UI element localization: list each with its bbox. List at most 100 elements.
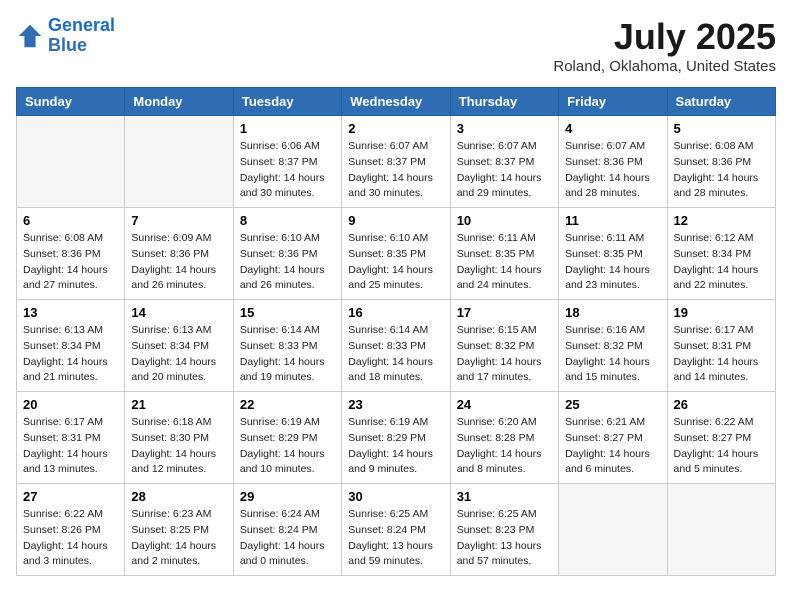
day-number: 10	[457, 213, 552, 228]
title-block: July 2025 Roland, Oklahoma, United State…	[553, 16, 776, 75]
calendar-cell: 28 Sunrise: 6:23 AM Sunset: 8:25 PM Dayli…	[125, 484, 233, 576]
day-info: Sunrise: 6:16 AM Sunset: 8:32 PM Dayligh…	[565, 323, 660, 386]
day-number: 17	[457, 305, 552, 320]
calendar-cell: 16Sunrise: 6:14 AM Sunset: 8:33 PM Dayli…	[342, 300, 450, 392]
day-info: Sunrise: 6:23 AM Sunset: 8:25 PM Dayligh…	[131, 507, 226, 570]
calendar-cell: 25 Sunrise: 6:21 AM Sunset: 8:27 PM Dayli…	[559, 392, 667, 484]
day-info: Sunrise: 6:13 AM Sunset: 8:34 PM Dayligh…	[131, 323, 226, 386]
calendar-cell: 20Sunrise: 6:17 AM Sunset: 8:31 PM Dayli…	[17, 392, 125, 484]
calendar-cell: 8 Sunrise: 6:10 AM Sunset: 8:36 PM Daylig…	[233, 208, 341, 300]
day-info: Sunrise: 6:08 AM Sunset: 8:36 PM Dayligh…	[23, 231, 118, 294]
day-number: 21	[131, 397, 226, 412]
calendar-cell: 4Sunrise: 6:07 AM Sunset: 8:36 PM Daylig…	[559, 116, 667, 208]
weekday-header: Saturday	[667, 88, 775, 116]
calendar-cell: 29 Sunrise: 6:24 AM Sunset: 8:24 PM Dayli…	[233, 484, 341, 576]
day-number: 5	[674, 121, 769, 136]
calendar-cell: 9 Sunrise: 6:10 AM Sunset: 8:35 PM Daylig…	[342, 208, 450, 300]
day-info: Sunrise: 6:18 AM Sunset: 8:30 PM Dayligh…	[131, 415, 226, 478]
calendar-cell: 10 Sunrise: 6:11 AM Sunset: 8:35 PM Dayli…	[450, 208, 558, 300]
calendar-cell: 27 Sunrise: 6:22 AM Sunset: 8:26 PM Dayli…	[17, 484, 125, 576]
day-info: Sunrise: 6:20 AM Sunset: 8:28 PM Dayligh…	[457, 415, 552, 478]
day-number: 23	[348, 397, 443, 412]
day-number: 6	[23, 213, 118, 228]
day-number: 2	[348, 121, 443, 136]
day-number: 7	[131, 213, 226, 228]
day-info: Sunrise: 6:13 AM Sunset: 8:34 PM Dayligh…	[23, 323, 118, 386]
calendar-week-row: 27 Sunrise: 6:22 AM Sunset: 8:26 PM Dayli…	[17, 484, 776, 576]
calendar-week-row: 13 Sunrise: 6:13 AM Sunset: 8:34 PM Dayli…	[17, 300, 776, 392]
calendar-cell: 13 Sunrise: 6:13 AM Sunset: 8:34 PM Dayli…	[17, 300, 125, 392]
calendar-cell: 30 Sunrise: 6:25 AM Sunset: 8:24 PM Dayli…	[342, 484, 450, 576]
day-info: Sunrise: 6:22 AM Sunset: 8:27 PM Dayligh…	[674, 415, 769, 478]
day-info: Sunrise: 6:19 AM Sunset: 8:29 PM Dayligh…	[348, 415, 443, 478]
day-number: 8	[240, 213, 335, 228]
day-number: 26	[674, 397, 769, 412]
day-number: 30	[348, 489, 443, 504]
day-info: Sunrise: 6:10 AM Sunset: 8:35 PM Dayligh…	[348, 231, 443, 294]
day-info: Sunrise: 6:17 AM Sunset: 8:31 PM Dayligh…	[674, 323, 769, 386]
day-number: 24	[457, 397, 552, 412]
calendar-cell	[559, 484, 667, 576]
calendar-cell: 6 Sunrise: 6:08 AM Sunset: 8:36 PM Daylig…	[17, 208, 125, 300]
day-number: 27	[23, 489, 118, 504]
day-info: Sunrise: 6:12 AM Sunset: 8:34 PM Dayligh…	[674, 231, 769, 294]
day-number: 12	[674, 213, 769, 228]
day-info: Sunrise: 6:25 AM Sunset: 8:24 PM Dayligh…	[348, 507, 443, 570]
calendar-cell: 12 Sunrise: 6:12 AM Sunset: 8:34 PM Dayli…	[667, 208, 775, 300]
day-number: 4	[565, 121, 660, 136]
day-info: Sunrise: 6:21 AM Sunset: 8:27 PM Dayligh…	[565, 415, 660, 478]
calendar-cell: 11 Sunrise: 6:11 AM Sunset: 8:35 PM Dayli…	[559, 208, 667, 300]
day-number: 25	[565, 397, 660, 412]
day-number: 31	[457, 489, 552, 504]
calendar: SundayMondayTuesdayWednesdayThursdayFrid…	[16, 87, 776, 576]
calendar-cell: 17 Sunrise: 6:15 AM Sunset: 8:32 PM Dayli…	[450, 300, 558, 392]
calendar-cell: 3Sunrise: 6:07 AM Sunset: 8:37 PM Daylig…	[450, 116, 558, 208]
weekday-header: Tuesday	[233, 88, 341, 116]
day-info: Sunrise: 6:24 AM Sunset: 8:24 PM Dayligh…	[240, 507, 335, 570]
calendar-cell	[125, 116, 233, 208]
day-number: 29	[240, 489, 335, 504]
day-info: Sunrise: 6:07 AM Sunset: 8:37 PM Dayligh…	[457, 139, 552, 202]
day-info: Sunrise: 6:09 AM Sunset: 8:36 PM Dayligh…	[131, 231, 226, 294]
calendar-cell: 31 Sunrise: 6:25 AM Sunset: 8:23 PM Dayli…	[450, 484, 558, 576]
day-number: 11	[565, 213, 660, 228]
weekday-header: Thursday	[450, 88, 558, 116]
day-number: 9	[348, 213, 443, 228]
day-number: 18	[565, 305, 660, 320]
weekday-header-row: SundayMondayTuesdayWednesdayThursdayFrid…	[17, 88, 776, 116]
month-title: July 2025	[553, 16, 776, 58]
day-number: 16	[348, 305, 443, 320]
day-info: Sunrise: 6:06 AM Sunset: 8:37 PM Dayligh…	[240, 139, 335, 202]
day-number: 15	[240, 305, 335, 320]
calendar-cell: 15 Sunrise: 6:14 AM Sunset: 8:33 PM Dayli…	[233, 300, 341, 392]
calendar-cell	[17, 116, 125, 208]
logo-text: General Blue	[48, 16, 115, 56]
calendar-cell: 2Sunrise: 6:07 AM Sunset: 8:37 PM Daylig…	[342, 116, 450, 208]
calendar-cell: 26 Sunrise: 6:22 AM Sunset: 8:27 PM Dayli…	[667, 392, 775, 484]
day-info: Sunrise: 6:22 AM Sunset: 8:26 PM Dayligh…	[23, 507, 118, 570]
day-info: Sunrise: 6:11 AM Sunset: 8:35 PM Dayligh…	[457, 231, 552, 294]
day-info: Sunrise: 6:10 AM Sunset: 8:36 PM Dayligh…	[240, 231, 335, 294]
calendar-cell: 21 Sunrise: 6:18 AM Sunset: 8:30 PM Dayli…	[125, 392, 233, 484]
page-header: General Blue July 2025 Roland, Oklahoma,…	[16, 16, 776, 75]
calendar-week-row: 1Sunrise: 6:06 AM Sunset: 8:37 PM Daylig…	[17, 116, 776, 208]
day-info: Sunrise: 6:08 AM Sunset: 8:36 PM Dayligh…	[674, 139, 769, 202]
day-number: 13	[23, 305, 118, 320]
day-info: Sunrise: 6:15 AM Sunset: 8:32 PM Dayligh…	[457, 323, 552, 386]
calendar-cell: 22Sunrise: 6:19 AM Sunset: 8:29 PM Dayli…	[233, 392, 341, 484]
location: Roland, Oklahoma, United States	[553, 58, 776, 75]
calendar-cell: 5 Sunrise: 6:08 AM Sunset: 8:36 PM Daylig…	[667, 116, 775, 208]
day-info: Sunrise: 6:11 AM Sunset: 8:35 PM Dayligh…	[565, 231, 660, 294]
calendar-cell: 1Sunrise: 6:06 AM Sunset: 8:37 PM Daylig…	[233, 116, 341, 208]
calendar-cell: 19Sunrise: 6:17 AM Sunset: 8:31 PM Dayli…	[667, 300, 775, 392]
calendar-cell: 23 Sunrise: 6:19 AM Sunset: 8:29 PM Dayli…	[342, 392, 450, 484]
day-info: Sunrise: 6:14 AM Sunset: 8:33 PM Dayligh…	[240, 323, 335, 386]
weekday-header: Friday	[559, 88, 667, 116]
day-number: 28	[131, 489, 226, 504]
day-info: Sunrise: 6:17 AM Sunset: 8:31 PM Dayligh…	[23, 415, 118, 478]
day-info: Sunrise: 6:25 AM Sunset: 8:23 PM Dayligh…	[457, 507, 552, 570]
logo: General Blue	[16, 16, 115, 56]
day-number: 22	[240, 397, 335, 412]
calendar-cell: 18 Sunrise: 6:16 AM Sunset: 8:32 PM Dayli…	[559, 300, 667, 392]
calendar-week-row: 20Sunrise: 6:17 AM Sunset: 8:31 PM Dayli…	[17, 392, 776, 484]
